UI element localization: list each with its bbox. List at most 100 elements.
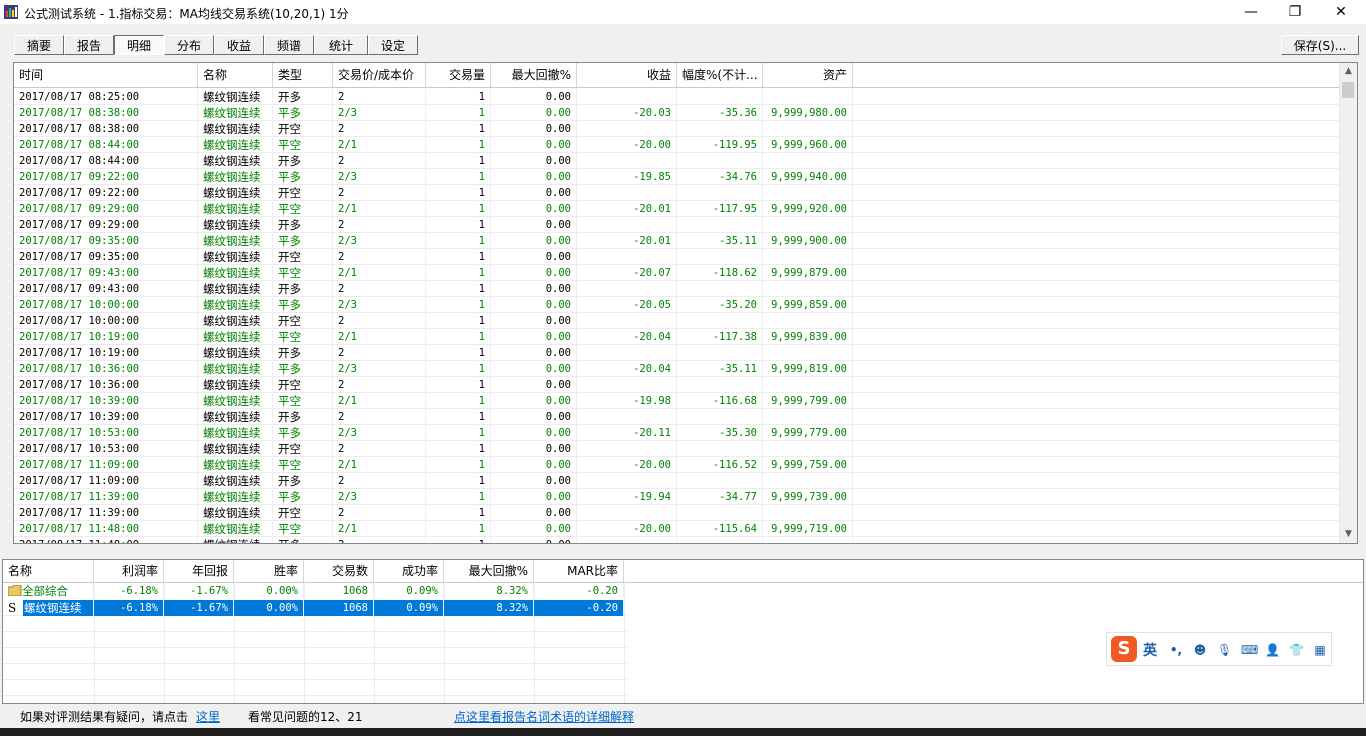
tab-report[interactable]: 报告	[64, 35, 114, 55]
table-row[interactable]: 2017/08/17 11:48:00螺纹钢连续开多210.00	[14, 537, 1340, 543]
sum-col-annual-header[interactable]: 年回报	[164, 560, 234, 582]
grid-icon[interactable]: ▦	[1313, 643, 1327, 657]
tab-statistics[interactable]: 统计	[314, 35, 368, 55]
summary-annual: -1.67%	[164, 583, 234, 599]
summary-row-all[interactable]: 全部综合 -6.18% -1.67% 0.00% 1068 0.09% 8.32…	[3, 583, 1363, 599]
col-volume-header[interactable]: 交易量	[426, 63, 491, 87]
table-row[interactable]: 2017/08/17 08:44:00 螺纹钢连续 开多 2 1 0.00	[14, 153, 1340, 169]
cell-type: 平多	[273, 489, 333, 505]
table-row[interactable]: 2017/08/17 10:53:00 螺纹钢连续 平多 2/3 1 0.00 -20.11…	[14, 425, 1340, 441]
tab-profit[interactable]: 收益	[214, 35, 264, 55]
cell-dd: 0.00	[491, 185, 577, 201]
cell-vol: 1	[426, 457, 491, 473]
shirt-icon[interactable]: 👕	[1289, 643, 1304, 657]
table-row[interactable]: 2017/08/17 10:39:00 螺纹钢连续 开多 2 1 0.00	[14, 409, 1340, 425]
summary-annual: -1.67%	[164, 600, 234, 616]
table-row[interactable]: 2017/08/17 10:39:00 螺纹钢连续 平空 2/1 1 0.00 -19.98…	[14, 393, 1340, 409]
punctuation-icon[interactable]: •,	[1169, 643, 1183, 657]
table-row[interactable]: 2017/08/17 10:00:00 螺纹钢连续 开空 2 1 0.00	[14, 313, 1340, 329]
cell-vol: 1	[426, 345, 491, 361]
col-profit-header[interactable]: 收益	[577, 63, 677, 87]
table-row[interactable]: 2017/08/17 10:19:00 螺纹钢连续 平空 2/1 1 0.00 -20.04…	[14, 329, 1340, 345]
table-row[interactable]: 2017/08/17 09:22:00 螺纹钢连续 开空 2 1 0.00	[14, 185, 1340, 201]
faq-link[interactable]: 这里	[196, 706, 220, 728]
save-button[interactable]: 保存(S)...	[1281, 35, 1359, 55]
cell-profit: -20.00	[577, 137, 677, 153]
cell-time: 2017/08/17 10:19:00	[14, 345, 198, 361]
cell-asset	[763, 153, 853, 169]
col-name-header[interactable]: 名称	[198, 63, 273, 87]
table-row[interactable]: 2017/08/17 08:44:00 螺纹钢连续 平空 2/1 1 0.00 -20.00…	[14, 137, 1340, 153]
tab-summary[interactable]: 摘要	[14, 35, 64, 55]
table-row[interactable]: 2017/08/17 09:35:00 螺纹钢连续 开空 2 1 0.00	[14, 249, 1340, 265]
col-price-header[interactable]: 交易价/成本价	[333, 63, 426, 87]
scroll-down-icon[interactable]: ▼	[1340, 526, 1357, 543]
tab-detail[interactable]: 明细	[114, 35, 164, 55]
sum-col-success-header[interactable]: 成功率	[374, 560, 444, 582]
table-row[interactable]: 2017/08/17 08:38:00 螺纹钢连续 平多 2/3 1 0.00 -20.03…	[14, 105, 1340, 121]
table-row[interactable]: 2017/08/17 11:09:00 螺纹钢连续 平空 2/1 1 0.00 -20.00…	[14, 457, 1340, 473]
table-row[interactable]: 2017/08/17 11:39:00 螺纹钢连续 平多 2/3 1 0.00 -19.94…	[14, 489, 1340, 505]
cell-price: 2	[333, 249, 426, 265]
table-row[interactable]: 2017/08/17 09:43:00 螺纹钢连续 开多 2 1 0.00	[14, 281, 1340, 297]
ime-mode-toggle[interactable]: 英	[1143, 640, 1157, 660]
sum-col-win-rate-header[interactable]: 胜率	[234, 560, 304, 582]
cell-type: 平空	[273, 457, 333, 473]
microphone-icon[interactable]: 🎙	[1217, 643, 1232, 657]
table-row[interactable]: 2017/08/17 08:38:00 螺纹钢连续 开空 2 1 0.00	[14, 121, 1340, 137]
table-row[interactable]: 2017/08/17 10:19:00 螺纹钢连续 开多 2 1 0.00	[14, 345, 1340, 361]
scroll-thumb[interactable]	[1342, 82, 1354, 98]
cell-time: 2017/08/17 11:09:00	[14, 457, 198, 473]
cell-vol: 1	[426, 121, 491, 137]
tab-settings[interactable]: 设定	[368, 35, 418, 55]
table-row[interactable]: 2017/08/17 10:00:00 螺纹钢连续 平多 2/3 1 0.00 -20.05…	[14, 297, 1340, 313]
table-row[interactable]: 2017/08/17 08:25:00 螺纹钢连续 开多 2 1 0.00	[14, 89, 1340, 105]
cell-dd: 0.00	[491, 345, 577, 361]
table-row[interactable]: 2017/08/17 11:09:00 螺纹钢连续 开多 2 1 0.00	[14, 473, 1340, 489]
col-type-header[interactable]: 类型	[273, 63, 333, 87]
cell-price: 2	[333, 281, 426, 297]
sum-col-name-header[interactable]: 名称	[3, 560, 94, 582]
glossary-link[interactable]: 点这里看报告名词术语的详细解释	[454, 706, 634, 728]
cell-dd: 0.00	[491, 457, 577, 473]
table-row[interactable]: 2017/08/17 09:29:00 螺纹钢连续 开多 2 1 0.00	[14, 217, 1340, 233]
summary-row-rebar[interactable]: S 螺纹钢连续 -6.18% -1.67% 0.00% 1068 0.09% 8…	[3, 600, 1363, 616]
col-drawdown-header[interactable]: 最大回撤%	[491, 63, 577, 87]
sum-col-mar-header[interactable]: MAR比率	[534, 560, 624, 582]
tab-spectrum[interactable]: 频谱	[264, 35, 314, 55]
table-row[interactable]: 2017/08/17 09:29:00 螺纹钢连续 平空 2/1 1 0.00 -20.01…	[14, 201, 1340, 217]
table-row[interactable]: 2017/08/17 10:36:00 螺纹钢连续 平多 2/3 1 0.00 -20.04…	[14, 361, 1340, 377]
cell-price: 2/3	[333, 233, 426, 249]
table-row[interactable]: 2017/08/17 11:39:00 螺纹钢连续 开空 2 1 0.00	[14, 505, 1340, 521]
keyboard-icon[interactable]: ⌨	[1241, 643, 1258, 657]
emoji-icon[interactable]: ☻	[1193, 643, 1207, 657]
scroll-up-icon[interactable]: ▲	[1340, 63, 1357, 80]
table-row[interactable]: 2017/08/17 10:53:00 螺纹钢连续 开空 2 1 0.00	[14, 441, 1340, 457]
table-row[interactable]: 2017/08/17 11:48:00 螺纹钢连续 平空 2/1 1 0.00 -20.00…	[14, 521, 1340, 537]
col-asset-header[interactable]: 资产	[763, 63, 853, 87]
col-time-header[interactable]: 时间	[14, 63, 198, 87]
sogou-logo-icon[interactable]: S	[1111, 636, 1137, 662]
table-row[interactable]: 2017/08/17 10:36:00 螺纹钢连续 开空 2 1 0.00	[14, 377, 1340, 393]
cell-profit: -20.01	[577, 233, 677, 249]
close-button[interactable]: ✕	[1318, 0, 1364, 24]
sum-col-drawdown-header[interactable]: 最大回撤%	[444, 560, 534, 582]
cell-asset: 9,999,819.00	[763, 361, 853, 377]
sum-col-profit-rate-header[interactable]: 利润率	[94, 560, 164, 582]
sum-col-trades-header[interactable]: 交易数	[304, 560, 374, 582]
table-row[interactable]: 2017/08/17 09:35:00 螺纹钢连续 平多 2/3 1 0.00 -20.01…	[14, 233, 1340, 249]
tab-distribution[interactable]: 分布	[164, 35, 214, 55]
vertical-scrollbar[interactable]: ▲ ▼	[1339, 63, 1357, 543]
table-row[interactable]: 2017/08/17 09:43:00 螺纹钢连续 平空 2/1 1 0.00 -20.07…	[14, 265, 1340, 281]
minimize-button[interactable]: —	[1228, 0, 1274, 24]
cell-asset: 9,999,839.00	[763, 329, 853, 345]
tab-bar: 摘要 报告 明细 分布 收益 频谱 统计 设定 保存(S)...	[0, 24, 1366, 60]
cell-type: 开多	[273, 281, 333, 297]
col-range-header[interactable]: 幅度%(不计...	[677, 63, 763, 87]
summary-success: 0.09%	[374, 583, 444, 599]
table-row[interactable]: 2017/08/17 09:22:00 螺纹钢连续 平多 2/3 1 0.00 -19.85…	[14, 169, 1340, 185]
ime-toolbar[interactable]: S 英 •, ☻ 🎙 ⌨ 👤 👕 ▦	[1106, 632, 1332, 666]
maximize-button[interactable]: ❐	[1272, 0, 1318, 24]
cell-name: 螺纹钢连续	[198, 169, 273, 185]
user-icon[interactable]: 👤	[1265, 643, 1280, 657]
